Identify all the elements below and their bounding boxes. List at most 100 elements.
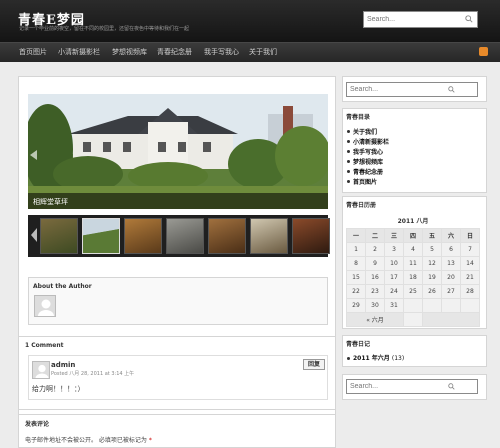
calendar-day: 24 [384,284,404,299]
sidebar-search-box-2[interactable] [346,379,478,394]
calendar-day: 20 [441,270,461,285]
respond-note-text: 电子邮件地址不会被公开。 必填项已被标记为 [25,437,147,444]
required-mark: * [148,437,152,444]
archives-title: 青春日记 [346,341,371,348]
calendar-day: 8 [346,256,366,271]
archive-link[interactable]: 2011 年六月 [353,355,390,362]
search-icon[interactable] [465,15,473,23]
calendar-day: 5 [422,242,442,257]
comment-text: 给力啊！！！：） [32,385,85,393]
avatar-placeholder-icon [35,364,49,378]
search-icon[interactable] [448,86,455,93]
archive-item: 2011 年六月 (13) [353,353,404,362]
category-link[interactable]: 青春纪念册 [353,167,383,176]
weekday-label: 四 [403,228,423,243]
nav-item-photography[interactable]: 小清新摄影栏 [58,47,100,57]
calendar-day: 2 [365,242,385,257]
nav-item-writing[interactable]: 我手写我心 [204,47,239,57]
category-link[interactable]: 首页图片 [353,177,377,186]
thumbnail[interactable] [124,218,162,254]
calendar-day: 31 [384,298,404,313]
calendar-day: 25 [403,284,423,299]
calendar-day: 23 [365,284,385,299]
site-description: 记录一个毕业前的夜空，留在不同的校园里，还留在夜色中等待和我们在一起 [19,26,190,32]
calendar-day: 14 [460,256,480,271]
thumbnail[interactable] [82,218,120,254]
thumbnail[interactable] [166,218,204,254]
calendar-day: 1 [346,242,366,257]
list-bullet [347,150,350,153]
sidebar-search-input-2[interactable] [347,380,457,393]
thumbnail[interactable] [250,218,288,254]
category-link[interactable]: 梦想视频库 [353,157,383,166]
thumbnail[interactable] [208,218,246,254]
thumbnail[interactable] [40,218,78,254]
list-bullet [347,160,350,163]
search-icon[interactable] [448,383,455,390]
calendar-day: 26 [422,284,442,299]
nav-item-home-photos[interactable]: 首页图片 [19,47,47,57]
categories-title: 青春目录 [346,114,371,121]
thumbnail-strip [28,215,330,257]
comments-count: 1 Comment [25,342,64,349]
calendar-day: 16 [365,270,385,285]
nav-item-videos[interactable]: 梦想视频库 [112,47,147,57]
rss-icon[interactable] [479,47,488,56]
calendar-day: 30 [365,298,385,313]
calendar-day: 15 [346,270,366,285]
calendar-day: 22 [346,284,366,299]
nav-item-about[interactable]: 关于我们 [249,47,277,57]
calendar-day: 19 [422,270,442,285]
list-bullet [347,170,350,173]
author-box: About the Author [28,277,328,325]
weekday-label: 日 [460,228,480,243]
slide-prev-arrow[interactable] [30,150,37,160]
calendar-caption: 2011 八月 [397,218,429,225]
calendar-day: 6 [441,242,461,257]
weekday-label: 三 [384,228,404,243]
calendar-day-empty [441,298,461,313]
comment-meta[interactable]: Posted 八月 28, 2011 at 3:14 上午 [51,370,134,377]
archive-count: (13) [391,355,405,362]
slide-caption: 相辉堂草坪 [28,193,328,209]
calendar-prev-month[interactable]: « 六月 [346,312,404,327]
respond-section: 发表评论 电子邮件地址不会被公开。 必填项已被标记为 * [18,414,336,448]
calendar-title: 青春日历册 [346,202,377,209]
thumbnail[interactable] [292,218,330,254]
category-link[interactable]: 小清新摄影栏 [353,137,389,146]
thumbnails-prev-arrow[interactable] [31,228,37,242]
respond-note: 电子邮件地址不会被公开。 必填项已被标记为 * [25,435,152,444]
category-link[interactable]: 我手写我心 [353,147,383,156]
list-bullet [347,130,350,133]
weekday-label: 六 [441,228,461,243]
calendar-day: 11 [403,256,423,271]
respond-title: 发表评论 [25,421,50,428]
calendar-day-empty [403,298,423,313]
calendar-day: 17 [384,270,404,285]
calendar-day: 21 [460,270,480,285]
header-search-input[interactable] [364,12,460,27]
slideshow[interactable] [28,94,328,209]
comment-item: admin Posted 八月 28, 2011 at 3:14 上午 给力啊！… [28,355,328,400]
calendar-day: 7 [460,242,480,257]
calendar-day-empty [460,298,480,313]
comment-author[interactable]: admin [51,361,75,369]
calendar-day: 13 [441,256,461,271]
calendar-day-empty [403,312,423,327]
calendar-day: 9 [365,256,385,271]
avatar-placeholder-icon [38,299,54,316]
header-search-box[interactable] [363,11,478,28]
calendar-day: 27 [441,284,461,299]
calendar-day: 18 [403,270,423,285]
nav-item-memories[interactable]: 青春纪念册 [157,47,192,57]
comment-avatar [32,361,50,379]
weekday-label: 二 [365,228,385,243]
category-link[interactable]: 关于我们 [353,127,377,136]
sidebar-search-input[interactable] [347,83,457,96]
calendar-day: 29 [346,298,366,313]
author-avatar [34,295,56,317]
list-bullet [347,357,350,360]
reply-button[interactable]: 回复 [303,359,325,370]
sidebar-search-box[interactable] [346,82,478,97]
calendar-day: 12 [422,256,442,271]
